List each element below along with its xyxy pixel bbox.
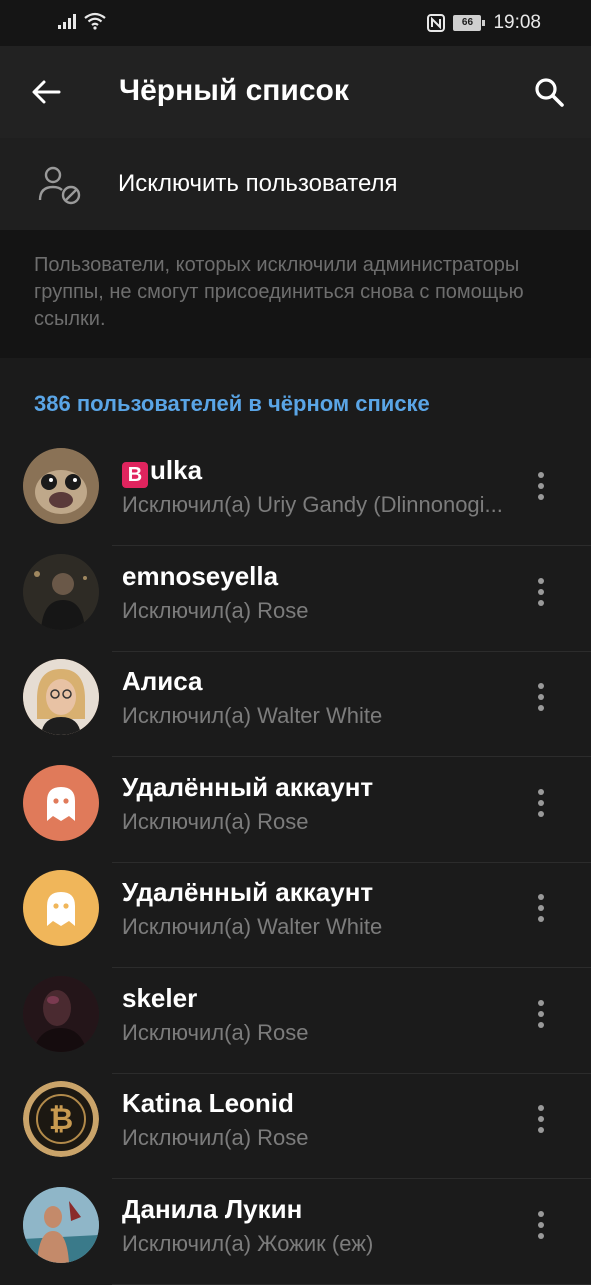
ghost-avatar	[23, 765, 99, 841]
avatar: ₿	[23, 1081, 99, 1157]
user-subtitle: Исключил(а) Walter White	[122, 914, 383, 939]
list-item[interactable]: Удалённый аккаунт Исключил(а) Rose	[0, 758, 591, 863]
nfc-icon	[427, 14, 446, 32]
user-name: Bulka	[122, 455, 202, 488]
more-options-icon[interactable]	[524, 567, 558, 617]
status-left	[58, 12, 106, 30]
list-item[interactable]: Алиса Исключил(а) Walter White	[0, 652, 591, 757]
list-item[interactable]: Данила Лукин Исключил(а) Жожик (еж)	[0, 1180, 591, 1285]
svg-text:₿: ₿	[49, 1102, 73, 1137]
back-button[interactable]	[26, 72, 66, 112]
user-name: emnoseyella	[122, 561, 279, 591]
user-block-icon	[38, 166, 81, 205]
more-options-icon[interactable]	[524, 1200, 558, 1250]
ghost-icon	[47, 892, 75, 926]
list-item[interactable]: emnoseyella Исключил(а) Rose	[0, 547, 591, 652]
ghost-icon	[47, 787, 75, 821]
wifi-icon	[84, 12, 106, 30]
battery-icon: 66	[453, 15, 486, 31]
info-text: Пользователи, которых исключили админист…	[34, 254, 524, 330]
divider	[112, 1178, 591, 1179]
divider	[112, 967, 591, 968]
user-name: Удалённый аккаунт	[122, 772, 374, 802]
list-item[interactable]: Bulka Исключил(а) Uriy Gandy (Dlinnonogi…	[0, 441, 591, 546]
list-item[interactable]: ₿ Katina Leonid Исключил(а) Rose	[0, 1074, 591, 1179]
divider	[112, 756, 591, 757]
list-item[interactable]: Удалённый аккаунт Исключил(а) Walter Whi…	[0, 863, 591, 968]
battery-level: 66	[453, 15, 482, 31]
status-bar: 66 19:08	[0, 0, 591, 46]
user-subtitle: Исключил(а) Walter White	[122, 703, 383, 728]
user-name: skeler	[122, 983, 198, 1013]
user-name: Данила Лукин	[122, 1194, 303, 1224]
user-subtitle: Исключил(а) Uriy Gandy (Dlinnonogi...	[122, 492, 503, 517]
remove-user-label: Исключить пользователя	[118, 170, 398, 197]
app-bar: Чёрный список	[0, 46, 591, 138]
page-title: Чёрный список	[119, 74, 349, 107]
list-item[interactable]: skeler Исключил(а) Rose	[0, 969, 591, 1074]
avatar	[23, 976, 99, 1052]
back-arrow-icon	[32, 80, 61, 104]
more-options-icon[interactable]	[524, 461, 558, 511]
user-subtitle: Исключил(а) Rose	[122, 598, 309, 623]
more-options-icon[interactable]	[524, 672, 558, 722]
blacklist: 386 пользователей в чёрном списке Bulka …	[0, 358, 591, 1285]
avatar	[23, 1187, 99, 1263]
info-section: Пользователи, которых исключили админист…	[0, 230, 591, 358]
user-name: Удалённый аккаунт	[122, 877, 374, 907]
status-right: 66 19:08	[427, 12, 541, 34]
badge-b-icon: B	[122, 462, 148, 488]
user-subtitle: Исключил(а) Жожик (еж)	[122, 1231, 374, 1256]
divider	[112, 545, 591, 546]
user-name: Katina Leonid	[122, 1088, 294, 1118]
avatar	[23, 448, 99, 524]
remove-user-action[interactable]: Исключить пользователя	[0, 138, 591, 230]
clock: 19:08	[493, 12, 541, 33]
avatar	[23, 659, 99, 735]
search-button[interactable]	[529, 72, 569, 112]
more-options-icon[interactable]	[524, 778, 558, 828]
ghost-avatar	[23, 870, 99, 946]
blacklist-count-header: 386 пользователей в чёрном списке	[34, 391, 430, 416]
search-icon	[535, 78, 564, 107]
avatar	[23, 554, 99, 630]
more-options-icon[interactable]	[524, 883, 558, 933]
bitcoin-icon: ₿	[23, 1081, 99, 1157]
user-subtitle: Исключил(а) Rose	[122, 1125, 309, 1150]
signal-icon	[58, 14, 76, 29]
more-options-icon[interactable]	[524, 989, 558, 1039]
user-name: Алиса	[122, 666, 203, 696]
user-subtitle: Исключил(а) Rose	[122, 809, 309, 834]
more-options-icon[interactable]	[524, 1094, 558, 1144]
user-subtitle: Исключил(а) Rose	[122, 1020, 309, 1045]
